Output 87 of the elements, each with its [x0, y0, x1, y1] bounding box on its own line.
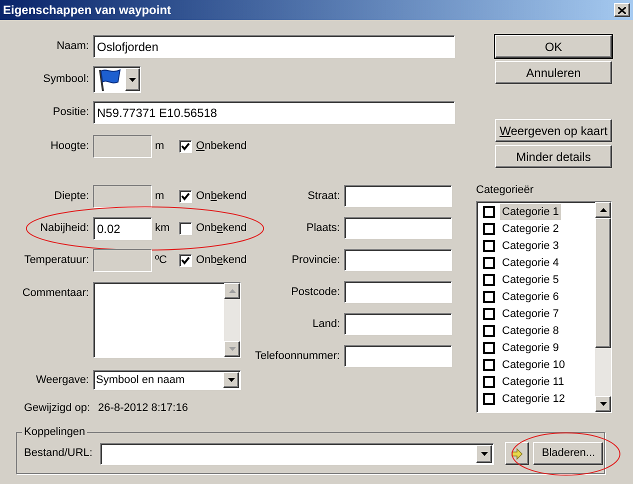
name-field[interactable]: Oslofjorden [93, 35, 455, 58]
address-field[interactable] [344, 313, 452, 335]
symbol-picker[interactable] [93, 66, 141, 93]
arrow-icon [511, 448, 524, 460]
address-field[interactable] [344, 281, 452, 303]
open-link-button[interactable] [505, 442, 530, 465]
number-field[interactable]: 0.02 [93, 217, 152, 240]
checkbox[interactable] [483, 240, 495, 252]
checkbox-label: Onbekend [196, 253, 247, 268]
category-item[interactable]: Categorie 9 [500, 340, 561, 356]
modified-value: 26-8-2012 8:17:16 [98, 401, 188, 416]
browse-button[interactable]: Bladeren... [533, 442, 604, 465]
category-item[interactable]: Categorie 1 [500, 204, 561, 220]
checkbox[interactable] [483, 291, 495, 303]
field-label: Land: [311, 316, 340, 332]
field-label: Nabijheid: [39, 221, 89, 236]
caret-icon [129, 78, 136, 82]
field-label: Commentaar: [21, 286, 89, 301]
field-label: Straat: [306, 188, 340, 204]
down-arrow-icon [228, 347, 236, 351]
checkbox[interactable] [483, 257, 495, 269]
checkbox-label: Onbekend [196, 189, 247, 204]
checkbox[interactable] [483, 325, 495, 337]
scroll-thumb[interactable] [595, 218, 611, 348]
dialog-button[interactable]: Minder details [495, 145, 612, 168]
checkbox-label: Onbekend [196, 139, 247, 154]
categories-label: Categorieër [476, 184, 534, 196]
url-dropdown[interactable] [100, 442, 494, 464]
position-field[interactable]: N59.77371 E10.56518 [93, 101, 455, 124]
address-field[interactable] [344, 345, 452, 367]
field-label: Plaats: [305, 220, 340, 236]
field-label: Hoogte: [49, 139, 89, 154]
checkbox[interactable] [483, 206, 495, 218]
category-item[interactable]: Categorie 12 [500, 390, 567, 408]
scrollbar[interactable] [224, 283, 240, 357]
field-label: Naam: [56, 39, 89, 54]
caret-icon [228, 378, 234, 382]
checkbox[interactable] [483, 359, 495, 371]
field-label: Symbool: [42, 72, 89, 88]
field-label: Postcode: [290, 284, 340, 300]
checkbox[interactable] [483, 223, 495, 235]
caret-icon [480, 452, 488, 456]
category-item[interactable]: Categorie 3 [500, 238, 561, 254]
category-item[interactable]: Categorie 7 [500, 306, 561, 322]
checkbox[interactable] [483, 308, 495, 320]
up-arrow-icon [600, 208, 606, 212]
field-label: Provincie: [290, 252, 340, 268]
unit-label: ºC [155, 253, 168, 268]
checkbox[interactable] [483, 376, 495, 388]
field-label: Positie: [52, 105, 89, 120]
category-item[interactable]: Categorie 6 [500, 288, 561, 306]
address-field[interactable] [344, 249, 452, 271]
category-item[interactable]: Categorie 8 [500, 322, 561, 340]
comment-field[interactable] [93, 282, 241, 358]
field-label: Bestand/URL: [24, 446, 92, 462]
address-field[interactable] [344, 185, 452, 207]
group-title: Koppelingen [22, 424, 88, 440]
up-arrow-icon [228, 289, 236, 293]
category-item[interactable]: Categorie 10 [500, 356, 567, 374]
field-label: Weergave: [35, 372, 89, 388]
dropdown-button[interactable] [125, 68, 140, 91]
unit-label: m [155, 189, 166, 204]
field-label: Diepte: [53, 189, 89, 204]
field-label: Telefoonnummer: [254, 348, 340, 364]
checkbox-label: Onbekend [196, 221, 247, 236]
category-item[interactable]: Categorie 2 [500, 220, 561, 238]
modified-label: Gewijzigd op: [24, 401, 90, 416]
scrollbar[interactable] [595, 202, 611, 412]
checkbox[interactable] [483, 342, 495, 354]
window-title: Eigenschappen van waypoint [3, 2, 172, 19]
checkbox[interactable] [483, 274, 495, 286]
unit-label: m [155, 139, 166, 154]
category-item[interactable]: Categorie 5 [500, 272, 561, 288]
close-icon [618, 6, 626, 14]
category-item[interactable]: Categorie 11 [500, 374, 566, 390]
checkbox[interactable] [179, 222, 192, 235]
dialog-button[interactable]: Annuleren [495, 61, 612, 84]
down-arrow-icon [600, 402, 606, 406]
field-label: Temperatuur: [23, 253, 89, 268]
dialog-button[interactable]: Weergeven op kaart [495, 119, 612, 142]
dialog-button[interactable]: OK [495, 35, 612, 58]
checkbox[interactable] [483, 393, 495, 405]
display-dropdown[interactable]: Symbool en naam [93, 370, 241, 390]
unit-label: km [155, 221, 171, 236]
category-item[interactable]: Categorie 4 [500, 254, 561, 272]
address-field[interactable] [344, 217, 452, 239]
close-button[interactable] [614, 3, 630, 17]
